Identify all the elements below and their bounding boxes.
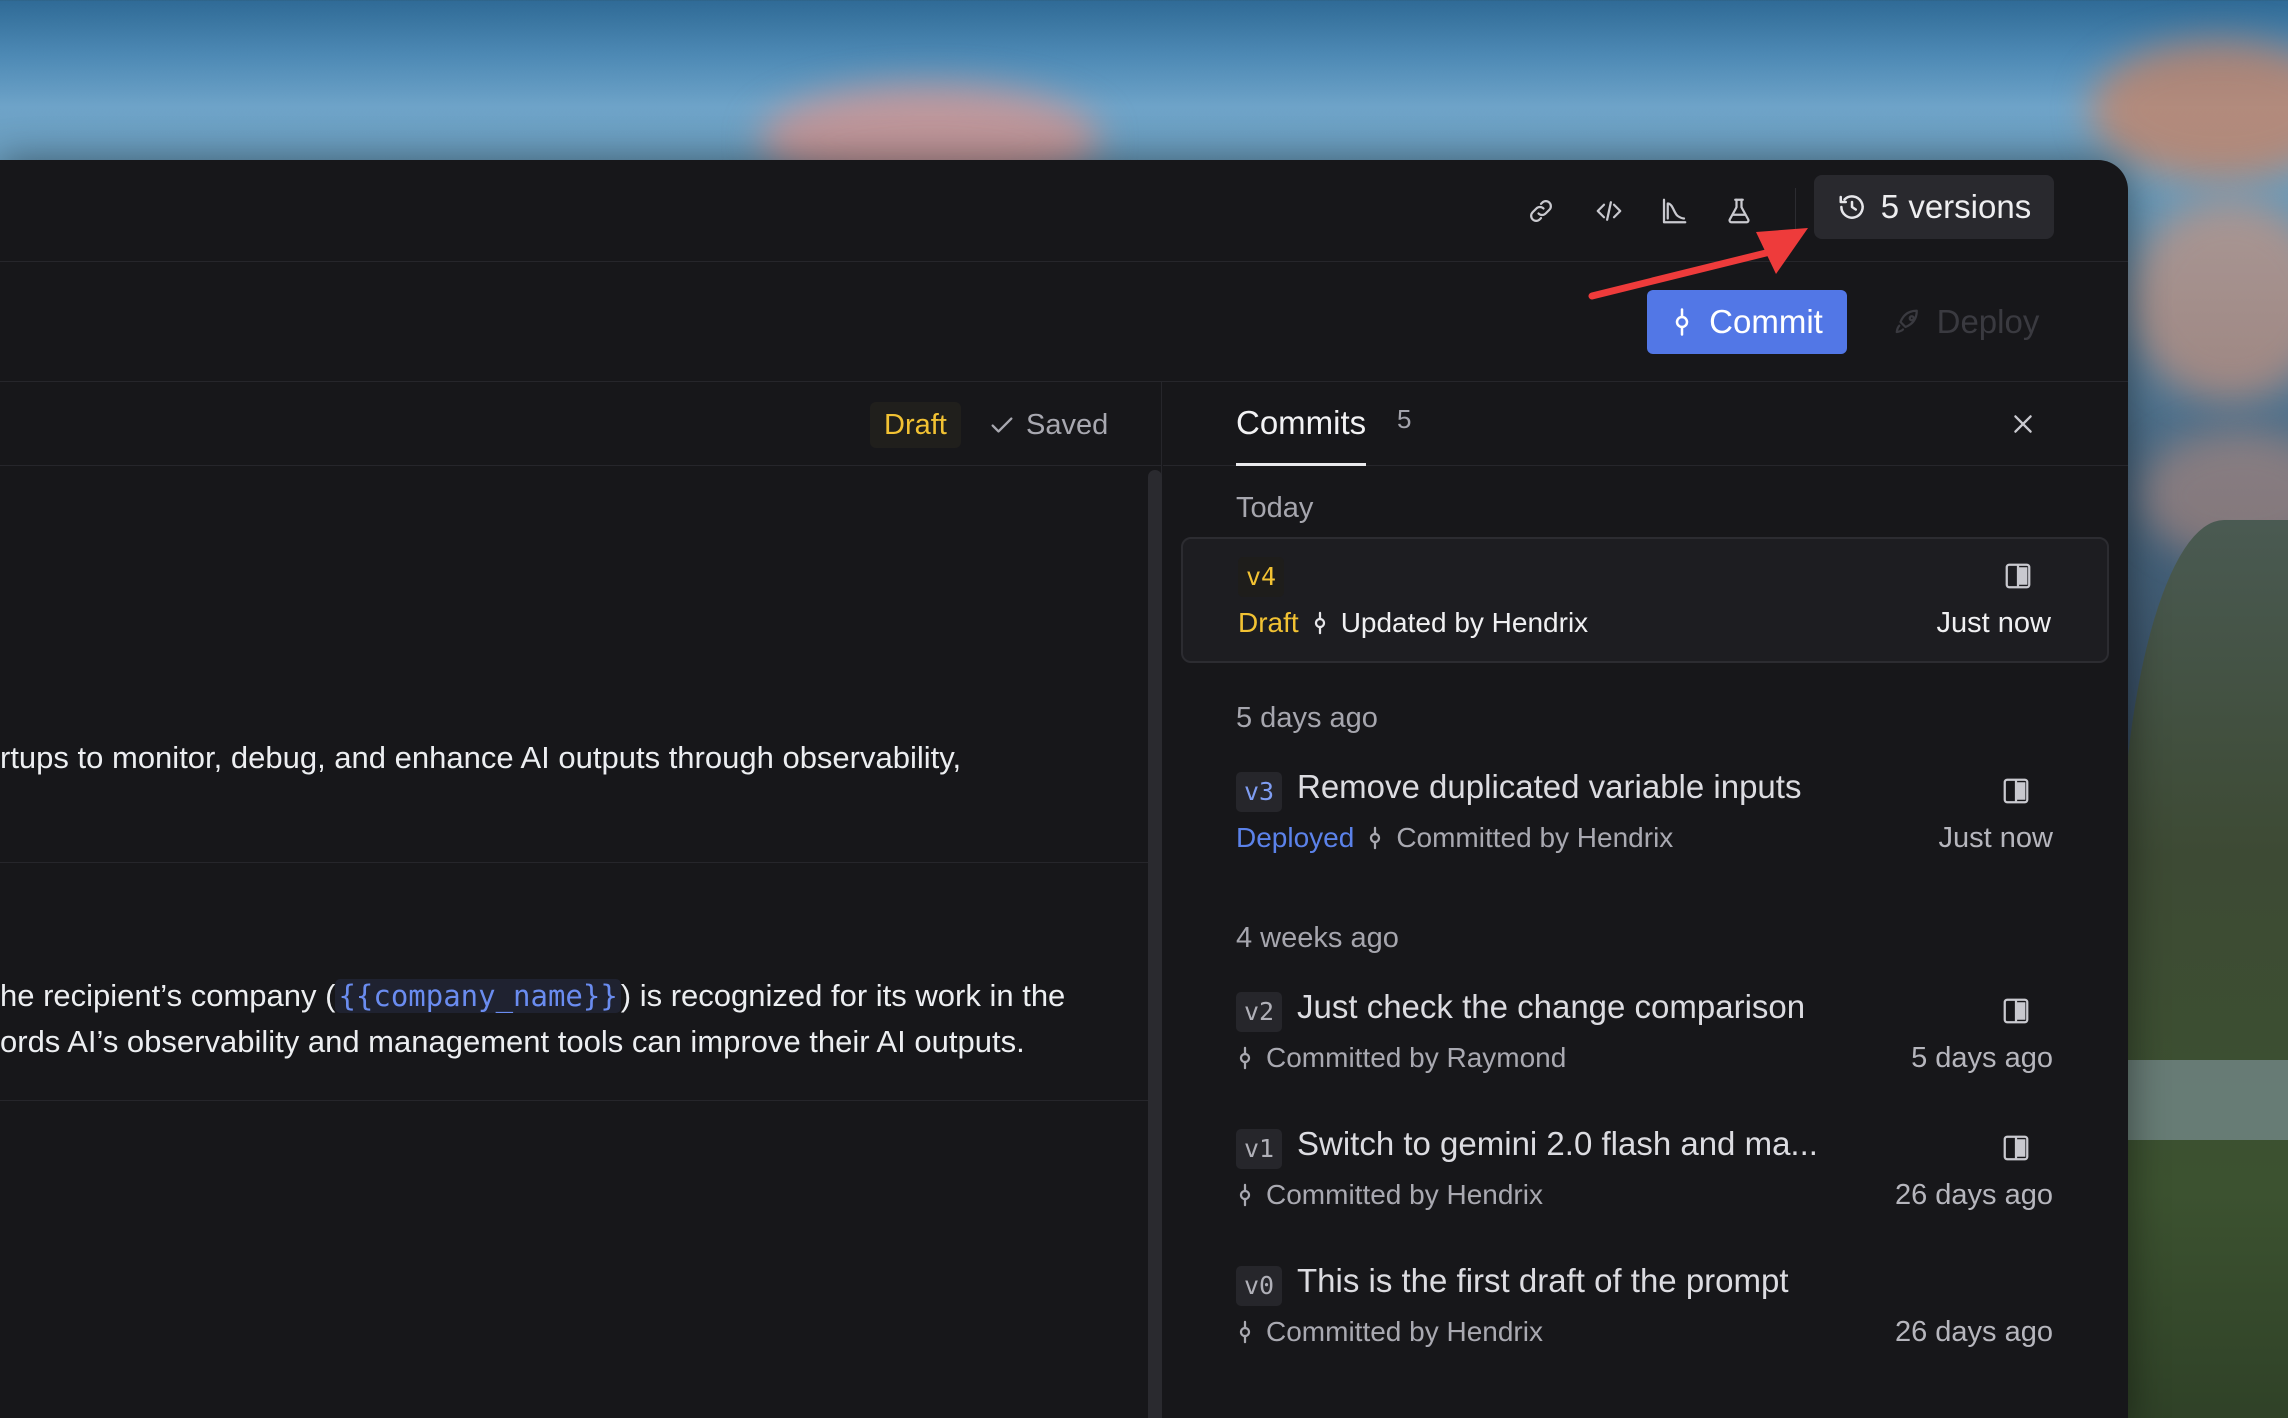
commit-time: 26 days ago	[1894, 1316, 2053, 1348]
version-badge: v0	[1236, 1266, 1283, 1306]
editor-text-line[interactable]: ords AI’s observability and management t…	[0, 1024, 1025, 1060]
commit-title: This is the first draft of the prompt	[1297, 1262, 1789, 1299]
commit-time: Just now	[1938, 822, 2053, 854]
version-badge: v1	[1236, 1129, 1283, 1169]
rocket-icon	[1895, 309, 1918, 334]
editor-header: Draft Saved	[0, 382, 1161, 466]
flask-icon[interactable]	[1718, 190, 1760, 232]
saved-label: Saved	[1026, 408, 1109, 441]
code-icon[interactable]	[1588, 190, 1630, 232]
block-divider	[0, 1100, 1150, 1101]
wallpaper-cloud	[2130, 200, 2288, 400]
close-icon[interactable]	[2003, 404, 2043, 444]
commit-title: Switch to gemini 2.0 flash and ma...	[1297, 1125, 1818, 1162]
commit-item[interactable]: v1 Switch to gemini 2.0 flash and ma... …	[1181, 1111, 2109, 1237]
compare-icon[interactable]	[2001, 996, 2033, 1028]
commit-title: Just check the change comparison	[1297, 988, 1806, 1025]
compare-icon[interactable]	[2001, 1133, 2033, 1165]
commit-meta: Committed by Hendrix	[1236, 1179, 1543, 1211]
commit-author: Committed by Hendrix	[1266, 1179, 1543, 1210]
group-label: 5 days ago	[1236, 702, 1378, 734]
commits-header: Commits 5	[1163, 382, 2128, 466]
commit-time: Just now	[1936, 607, 2051, 639]
version-badge: v2	[1236, 992, 1283, 1032]
commit-icon	[1239, 1046, 1251, 1070]
commit-label: Commit	[1709, 303, 1823, 340]
commit-icon	[1314, 611, 1325, 635]
saved-indicator: Saved	[988, 402, 1108, 448]
commit-item[interactable]: v0 This is the first draft of the prompt…	[1181, 1248, 2109, 1374]
top-toolbar: 5 versions	[0, 160, 2128, 262]
toolbar-separator	[1795, 188, 1796, 234]
app-window: 5 versions Commit Deploy Draft Saved rtu…	[0, 160, 2128, 1418]
commit-meta: Committed by Raymond	[1236, 1042, 1566, 1074]
commit-item[interactable]: v2 Just check the change comparison Comm…	[1181, 974, 2109, 1100]
link-icon[interactable]	[1520, 190, 1562, 232]
versions-button[interactable]: 5 versions	[1814, 175, 2054, 239]
commit-time: 26 days ago	[1894, 1179, 2053, 1211]
commit-icon	[1675, 308, 1689, 336]
wallpaper-cloud	[2090, 40, 2288, 180]
commit-meta: Draft Updated by Hendrix	[1238, 607, 1588, 639]
commit-icon	[1239, 1183, 1251, 1207]
compare-icon[interactable]	[2003, 561, 2035, 593]
commits-panel: Commits 5 Today v4 Draft Updated by Hend…	[1163, 382, 2128, 1418]
commit-title: Remove duplicated variable inputs	[1297, 768, 1802, 805]
version-badge: v3	[1236, 772, 1283, 812]
wallpaper-hill	[2120, 520, 2288, 1418]
commits-count: 5	[1397, 404, 1412, 434]
block-divider	[0, 862, 1150, 863]
version-badge: v4	[1238, 557, 1285, 597]
commit-status: Deployed	[1236, 822, 1355, 853]
commit-author: Committed by Raymond	[1266, 1042, 1567, 1073]
history-icon	[1839, 195, 1864, 219]
commit-meta: Committed by Hendrix	[1236, 1316, 1543, 1348]
draft-status-badge: Draft	[870, 402, 961, 448]
chart-icon[interactable]	[1653, 190, 1695, 232]
commit-button[interactable]: Commit	[1647, 290, 1847, 354]
commit-status: Draft	[1238, 607, 1299, 638]
editor-text-line[interactable]: he recipient’s company ({{company_name}}…	[0, 978, 1065, 1014]
commit-author: Updated by Hendrix	[1340, 607, 1589, 638]
text-segment: ) is recognized for its work in the	[620, 978, 1066, 1013]
commit-item[interactable]: v3 Remove duplicated variable inputs Dep…	[1181, 754, 2109, 880]
commit-item[interactable]: v4 Draft Updated by Hendrix Just now	[1181, 537, 2109, 663]
prompt-editor: Draft Saved rtups to monitor, debug, and…	[0, 382, 1162, 1418]
check-icon	[991, 417, 1013, 433]
deploy-label: Deploy	[1936, 303, 2040, 340]
editor-scrollbar[interactable]	[1148, 470, 1162, 1418]
text-segment: he recipient’s company (	[0, 978, 336, 1013]
commit-time: 5 days ago	[1911, 1042, 2053, 1074]
group-label: 4 weeks ago	[1236, 922, 1399, 954]
tab-commits[interactable]: Commits	[1236, 400, 1367, 466]
variable-chip[interactable]: {{company_name}}	[335, 979, 621, 1013]
deploy-button[interactable]: Deploy	[1876, 290, 2056, 354]
group-label: Today	[1236, 492, 1314, 524]
commit-author: Committed by Hendrix	[1396, 822, 1674, 853]
editor-text-line[interactable]: rtups to monitor, debug, and enhance AI …	[0, 740, 961, 776]
compare-icon[interactable]	[2001, 776, 2033, 808]
commit-meta: Deployed Committed by Hendrix	[1236, 822, 1673, 854]
versions-label: 5 versions	[1880, 188, 2032, 225]
commit-icon	[1239, 1320, 1251, 1344]
commit-icon	[1370, 826, 1381, 850]
commit-author: Committed by Hendrix	[1266, 1316, 1543, 1347]
wallpaper-lake	[2120, 1060, 2288, 1140]
